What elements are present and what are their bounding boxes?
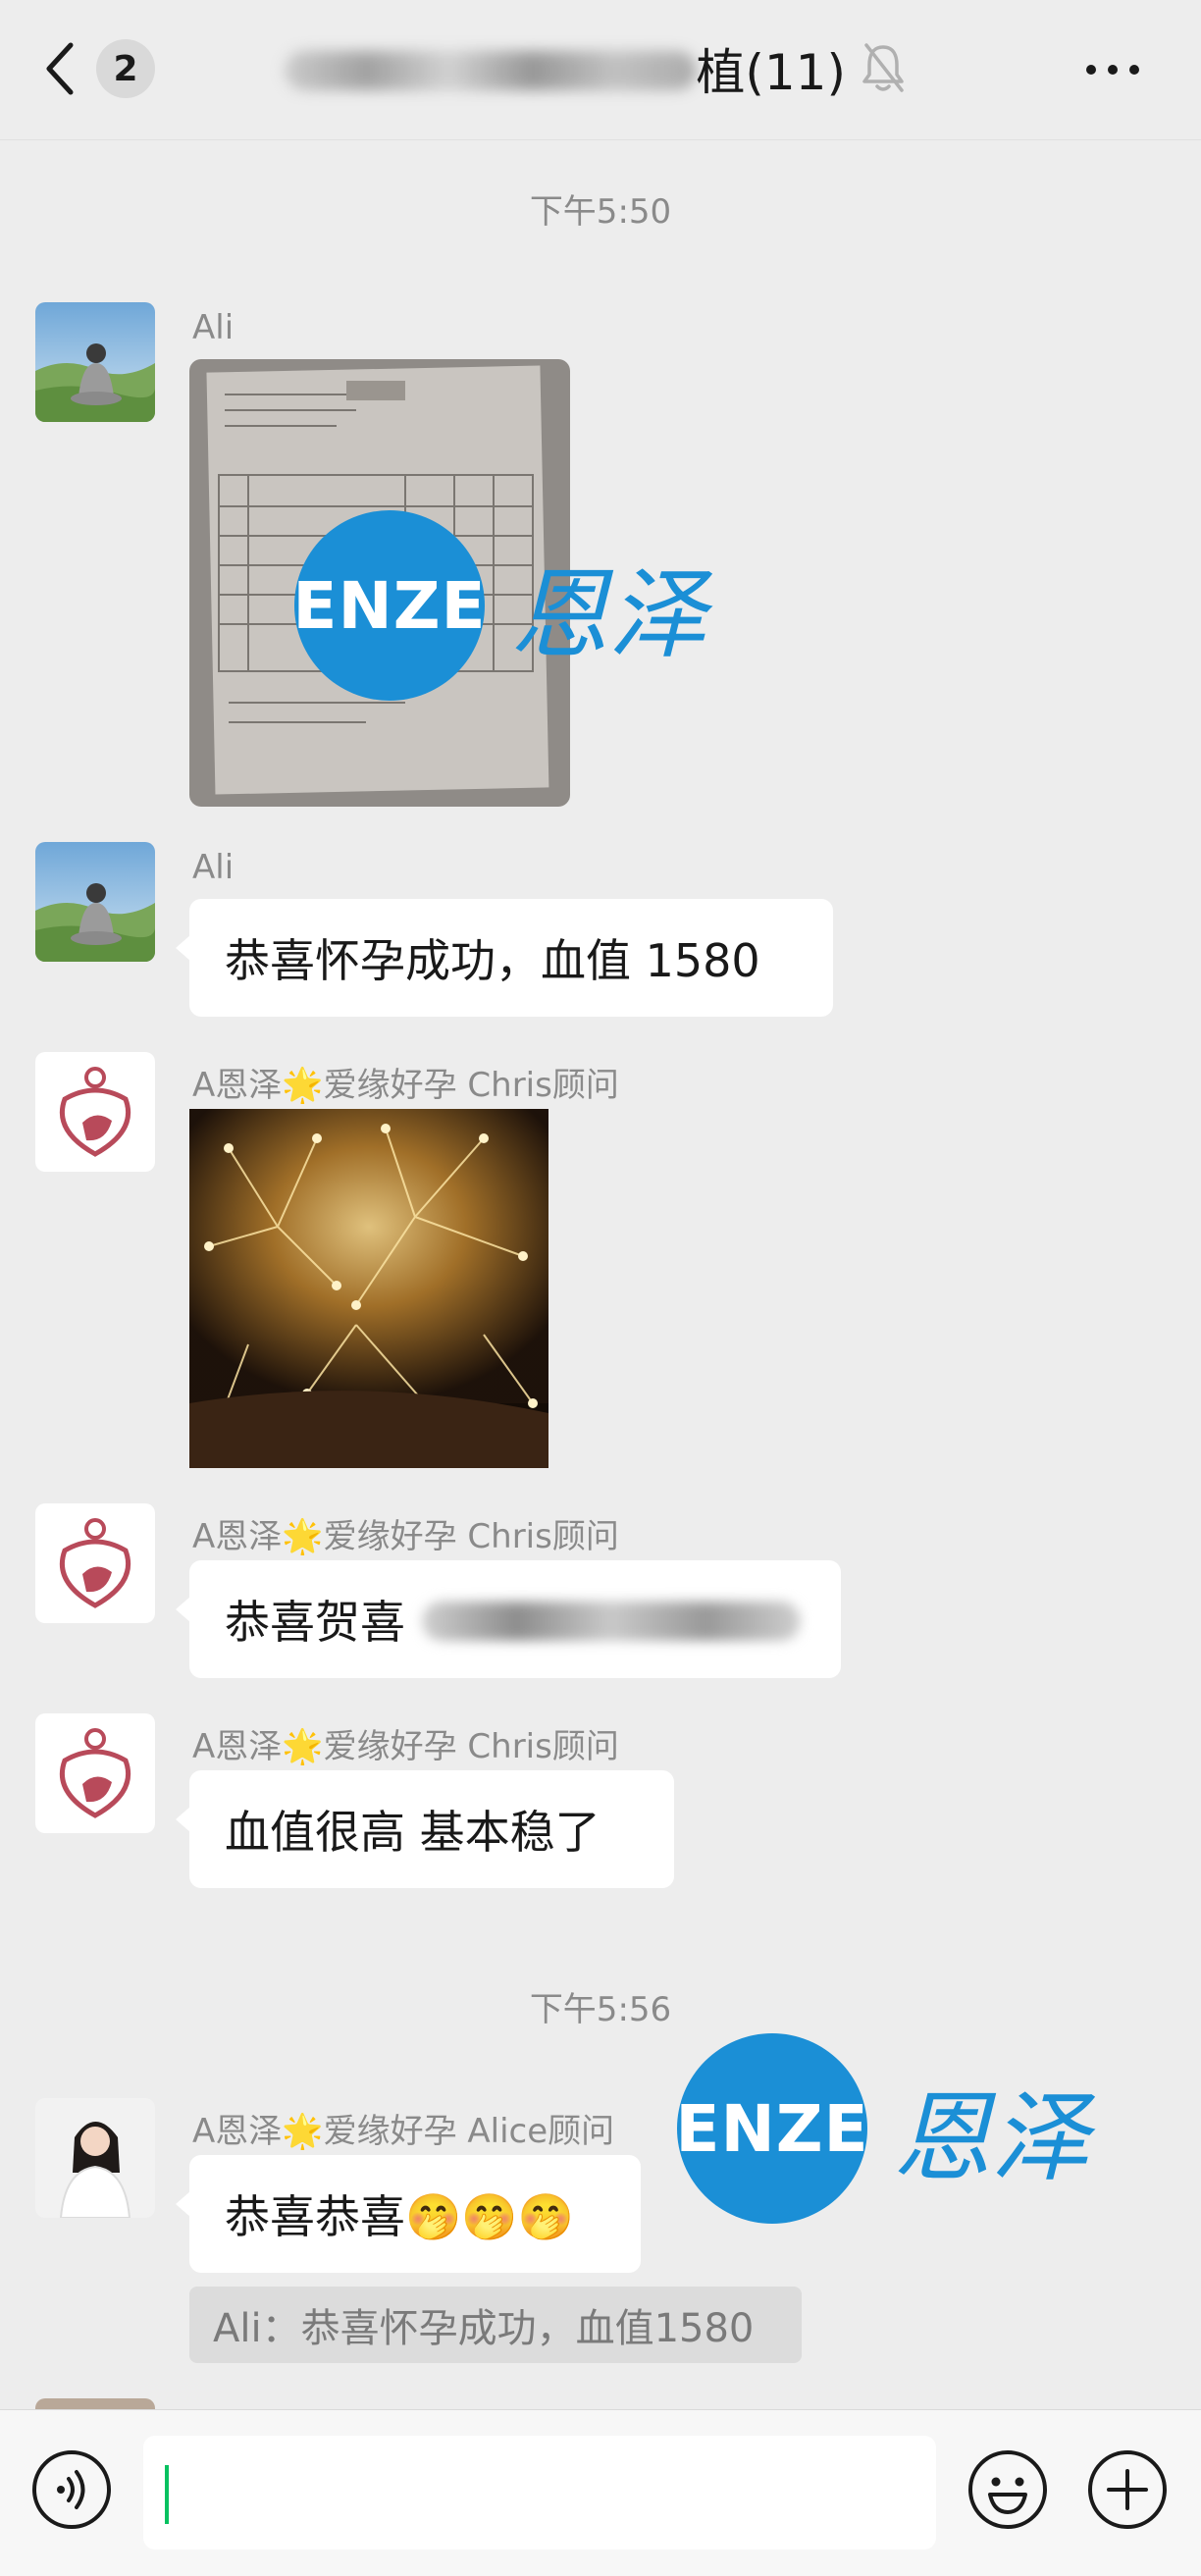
chat-title[interactable]: 植(11) [285, 29, 854, 108]
plus-icon[interactable] [1085, 2447, 1170, 2532]
watermark: ENZE 恩泽 [292, 510, 706, 701]
emoji-icon[interactable] [966, 2447, 1050, 2532]
watermark-logo: ENZE [292, 510, 486, 701]
title-redaction [285, 51, 697, 90]
watermark: ENZE 恩泽 [675, 2033, 1089, 2224]
message-bubble[interactable]: 血值很高 基本稳了 [176, 1770, 674, 1888]
avatar [35, 2398, 155, 2409]
chevron-left-icon[interactable] [41, 39, 80, 98]
unread-count-badge[interactable]: 2 [96, 39, 155, 98]
sender-name: A恩泽🌟爱缘好孕 Alice顾问 [192, 2112, 615, 2151]
watermark-text: 恩泽 [893, 2079, 1089, 2195]
bell-off-icon [862, 43, 904, 92]
message-bubble[interactable]: 恭喜恭喜🤭🤭🤭 [176, 2155, 641, 2273]
avatar[interactable] [35, 1052, 155, 1172]
message-bubble[interactable]: 恭喜怀孕成功，血值 1580 [176, 899, 833, 1017]
fireworks-photo[interactable] [189, 1109, 548, 1468]
message-input[interactable] [143, 2436, 936, 2550]
input-bar [0, 2409, 1201, 2576]
chat-title-text: 植(11) [696, 44, 846, 101]
message-text: 恭喜贺喜 [225, 1596, 405, 1649]
avatar[interactable] [35, 842, 155, 962]
watermark-text: 恩泽 [510, 556, 706, 672]
avatar[interactable] [35, 302, 155, 422]
text-caret [165, 2465, 169, 2524]
watermark-logo: ENZE [675, 2033, 868, 2224]
text-redaction [422, 1602, 801, 1641]
time-separator: 下午5:56 [529, 1990, 672, 2029]
avatar[interactable] [35, 1503, 155, 1623]
chat-header: 2 植(11) [0, 0, 1201, 140]
sender-name: A恩泽🌟爱缘好孕 Chris顾问 [192, 1066, 619, 1105]
more-icon[interactable] [1083, 55, 1142, 84]
voice-icon[interactable] [29, 2447, 114, 2532]
sender-name: Ali [192, 848, 235, 887]
sender-name: A恩泽🌟爱缘好孕 Chris顾问 [192, 1727, 619, 1766]
avatar[interactable] [35, 2098, 155, 2218]
avatar[interactable] [35, 1713, 155, 1833]
quoted-message[interactable]: Ali：恭喜怀孕成功，血值1580 [189, 2287, 802, 2363]
sender-name: Ali [192, 308, 235, 347]
sender-name: A恩泽🌟爱缘好孕 Chris顾问 [192, 1517, 619, 1556]
time-separator: 下午5:50 [529, 192, 672, 232]
